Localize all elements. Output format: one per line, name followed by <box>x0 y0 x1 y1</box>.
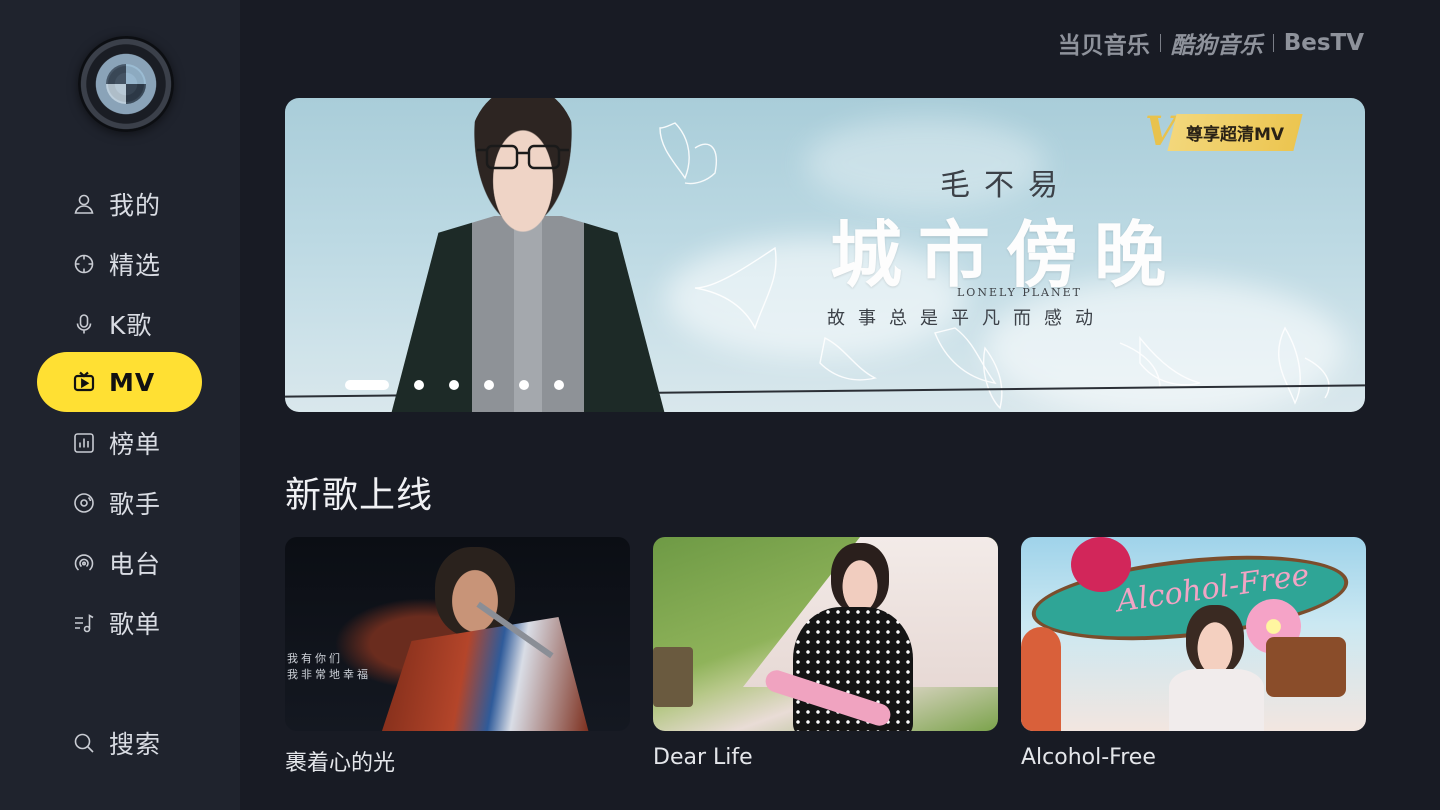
sidebar-item-label: K歌 <box>109 311 153 340</box>
sidebar-item-label: 歌单 <box>109 610 162 639</box>
sidebar-item-mv[interactable]: MV <box>37 352 202 412</box>
carousel-dot[interactable] <box>554 380 564 390</box>
mv-card-title: Alcohol-Free <box>1021 745 1156 770</box>
user-icon <box>71 191 97 217</box>
brand-kugou: 酷狗音乐 <box>1170 33 1263 59</box>
sidebar-item-mine[interactable]: 我的 <box>37 174 202 234</box>
brand-divider <box>1272 34 1274 52</box>
lyric-line: 我非常地幸福 <box>287 668 371 681</box>
section-title: 新歌上线 <box>285 475 434 516</box>
tv-play-icon <box>71 369 97 395</box>
brand-dangbei: 当贝音乐 <box>1057 33 1150 59</box>
mv-thumbnail: Alcohol-Free <box>1021 537 1366 731</box>
mv-thumbnail: 我有你们 我非常地幸福 <box>285 537 630 731</box>
crosshair-icon <box>71 251 97 277</box>
sidebar-item-playlists[interactable]: 歌单 <box>37 593 202 653</box>
carousel-dot[interactable] <box>519 380 529 390</box>
banner-tagline: 故事总是平凡而感动 <box>827 308 1106 329</box>
barrel <box>1266 637 1346 697</box>
lyric-line: 我有你们 <box>287 652 343 665</box>
disc-icon <box>71 490 97 516</box>
red-flower <box>1071 537 1131 592</box>
carousel-indicator <box>345 380 589 390</box>
avatar[interactable] <box>78 36 174 132</box>
singer-jacket <box>380 617 590 731</box>
sidebar-item-artists[interactable]: 歌手 <box>37 473 202 533</box>
sidebar-item-label: 精选 <box>109 251 162 280</box>
sidebar-item-label: 搜索 <box>109 730 162 759</box>
carousel-dot[interactable] <box>484 380 494 390</box>
search-icon <box>71 730 97 756</box>
singer-figure <box>1186 605 1244 675</box>
surfboard <box>1021 627 1061 731</box>
carousel-dot[interactable] <box>345 380 389 390</box>
chart-icon <box>71 430 97 456</box>
hero-banner[interactable]: V 尊享超清MV 毛不易 城市傍晚 LONELY PLANET 故事总是平凡而感… <box>285 98 1365 412</box>
artist-glasses <box>477 144 569 170</box>
radio-icon <box>71 550 97 576</box>
vip-badge: V 尊享超清MV <box>1145 112 1341 152</box>
singer-outfit <box>1169 669 1264 731</box>
sidebar-item-label: 我的 <box>109 191 162 220</box>
sidebar-item-featured[interactable]: 精选 <box>37 234 202 294</box>
singer-figure <box>831 543 889 613</box>
microphone-icon <box>71 311 97 337</box>
sidebar-item-label: 电台 <box>109 550 162 579</box>
playlist-icon <box>71 610 97 636</box>
sidebar-item-label: 榜单 <box>109 430 162 459</box>
sidebar: 我的 精选 K歌 MV 榜单 歌手 电台 歌单 搜索 <box>0 0 240 810</box>
sidebar-item-radio[interactable]: 电台 <box>37 533 202 593</box>
banner-subtitle-en: LONELY PLANET <box>957 286 1082 299</box>
carousel-dot[interactable] <box>414 380 424 390</box>
mv-card-title: Dear Life <box>653 745 753 770</box>
mv-card[interactable]: Dear Life <box>653 537 998 770</box>
sidebar-item-label: 歌手 <box>109 490 162 519</box>
brand-bestv: BesTV <box>1283 30 1364 56</box>
mv-card[interactable]: 我有你们 我非常地幸福 裹着心的光 <box>285 537 630 777</box>
sidebar-item-search[interactable]: 搜索 <box>37 713 202 773</box>
carousel-dot[interactable] <box>449 380 459 390</box>
mv-card[interactable]: Alcohol-Free Alcohol-Free <box>1021 537 1366 770</box>
sidebar-item-charts[interactable]: 榜单 <box>37 413 202 473</box>
sidebar-item-karaoke[interactable]: K歌 <box>37 294 202 354</box>
amplifier <box>653 647 693 707</box>
vip-badge-label: 尊享超清MV <box>1186 124 1285 145</box>
partner-logos: 当贝音乐 酷狗音乐 BesTV <box>1058 26 1364 60</box>
sidebar-item-label: MV <box>109 367 156 397</box>
brand-divider <box>1159 34 1161 52</box>
mv-thumbnail <box>653 537 998 731</box>
mv-card-title: 裹着心的光 <box>285 751 396 776</box>
